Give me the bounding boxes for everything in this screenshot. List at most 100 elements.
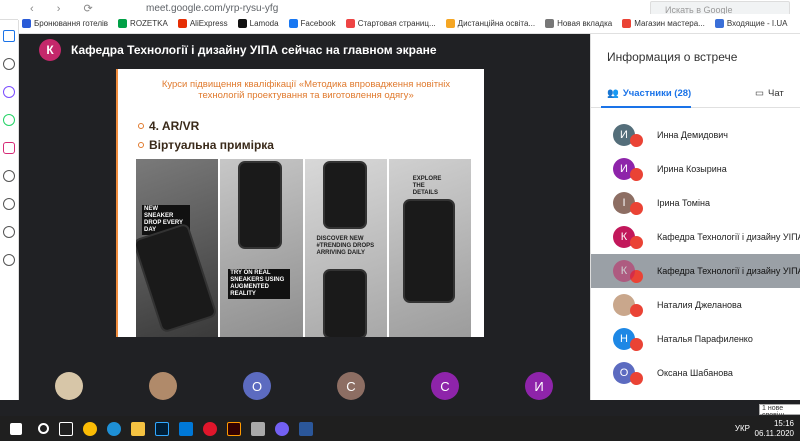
mail-icon[interactable] [251, 421, 265, 436]
bookmark-favicon-icon [345, 19, 355, 28]
mic-off-icon [630, 167, 643, 181]
bullet-item: Віртуальна примірка [138, 138, 274, 152]
bookmark-item[interactable]: ROZETKA [118, 19, 168, 28]
search-icon[interactable] [38, 423, 49, 434]
participant-name: Ірина Томіна [657, 198, 710, 208]
avatar: С [431, 372, 459, 400]
participant-name: Кафедра Технології і дизайну УІПА [657, 266, 800, 276]
participant-row[interactable]: К Кафедра Технології і дизайну УІПА [591, 220, 800, 254]
messenger-icon[interactable] [3, 86, 15, 98]
panel-tag: TRY ON REAL SNEAKERS USING AUGMENTED REA… [228, 269, 291, 299]
send-icon[interactable] [3, 170, 15, 182]
mic-off-icon [630, 133, 643, 147]
participant-row[interactable]: І Ірина Томіна [591, 186, 800, 220]
participant-name: Наталья Парафиленко [657, 334, 753, 344]
bookmark-item[interactable]: Магазин мастера... [622, 19, 705, 28]
participant-row[interactable]: Н Наталья Парафиленко [591, 322, 800, 356]
bookmark-item[interactable]: Новая вкладка [545, 19, 612, 28]
bookmark-label: AliExpress [189, 19, 228, 28]
panel-tabs: 👥 Участники (28) ▭ Чат [591, 82, 800, 108]
bookmark-item[interactable]: Lamoda [237, 19, 279, 28]
home-icon[interactable] [3, 30, 15, 42]
whatsapp-icon[interactable] [3, 114, 15, 126]
participant-name: Наталия Джеланова [657, 300, 742, 310]
phone-image [322, 269, 367, 337]
participant-row[interactable]: Наталия Джеланова [591, 288, 800, 322]
illustrator-icon[interactable] [227, 421, 241, 436]
bookmark-label: Lamoda [249, 19, 279, 28]
photoshop-icon[interactable] [155, 421, 169, 436]
bookmark-favicon-icon [714, 19, 724, 28]
heart-icon[interactable] [3, 226, 15, 238]
task-view-icon[interactable] [59, 421, 73, 436]
file-explorer-icon[interactable] [131, 421, 145, 436]
mic-off-icon [630, 337, 643, 351]
bookmark-item[interactable]: Стартовая страниц... [345, 19, 436, 28]
bookmark-label: Новая вкладка [557, 19, 613, 28]
word-icon[interactable] [299, 421, 313, 436]
viber-icon[interactable] [275, 421, 289, 436]
bookmark-label: Стартовая страниц... [357, 19, 436, 28]
bottom-strip [0, 400, 800, 416]
bookmark-favicon-icon [445, 19, 455, 28]
participant-name: Ирина Козырина [657, 164, 727, 174]
participant-name: Инна Демидович [657, 130, 728, 140]
language-indicator[interactable]: УКР [735, 424, 750, 433]
participant-row[interactable]: И Инна Демидович [591, 118, 800, 152]
bookmark-item[interactable]: AliExpress [177, 19, 228, 28]
store-icon[interactable] [179, 421, 193, 436]
slide-bullets: 4. AR/VR Віртуальна примірка [138, 119, 274, 157]
bookmarks-bar: Бронювання готелів ROZETKA AliExpress Lamod… [18, 14, 800, 34]
star-icon[interactable] [3, 58, 15, 70]
meeting-stage: К Кафедра Технології і дизайну УІПА сейч… [19, 34, 590, 420]
bookmark-favicon-icon [288, 19, 298, 28]
location-icon[interactable] [3, 254, 15, 266]
taskbar: УКР 15:16 06.11.2020 [0, 416, 800, 441]
tab-chat[interactable]: ▭ Чат [755, 88, 784, 99]
bookmark-favicon-icon [545, 19, 555, 28]
edge-icon[interactable] [107, 421, 121, 436]
bookmark-label: Бронювання готелів [34, 19, 109, 28]
bookmark-favicon-icon [118, 19, 128, 28]
participant-name: Кафедра Технології і дизайну УІПА [657, 232, 800, 242]
participant-row[interactable]: И Ирина Козырина [591, 152, 800, 186]
ar-image-panels: NEW SNEAKER DROP EVERY DAY TRY ON REAL S… [136, 159, 471, 337]
bookmark-item[interactable]: Facebook [288, 19, 336, 28]
avatar: О [243, 372, 271, 400]
left-rail [0, 20, 19, 400]
bookmark-label: Магазин мастера... [634, 19, 705, 28]
presenter-avatar: К [39, 39, 61, 61]
clock[interactable]: 15:16 06.11.2020 [755, 419, 794, 439]
participant-row[interactable]: О Оксана Шабанова [591, 356, 800, 390]
panel-tag: EXPLORE THE DETAILS [412, 176, 442, 196]
instagram-icon[interactable] [3, 142, 15, 154]
slide-subtitle: Курси підвищення кваліфікації «Методика … [161, 79, 451, 101]
meeting-info-panel: Информация о встрече 👥 Участники (28) ▭ Ча… [590, 34, 800, 400]
bookmark-item[interactable]: Входящие - I.UA [714, 19, 788, 28]
phone-image [136, 222, 218, 334]
mic-off-icon [630, 235, 643, 249]
bookmark-label: Дистанційна освіта... [457, 19, 536, 28]
avatar [55, 372, 83, 400]
active-tab-indicator [601, 106, 691, 108]
opera-icon[interactable] [203, 421, 217, 436]
image-panel: DISCOVER NEW #TRENDING DROPS ARRIVING DA… [304, 159, 387, 337]
image-panel: EXPLORE THE DETAILS [388, 159, 471, 337]
bookmark-item[interactable]: Дистанційна освіта... [445, 19, 536, 28]
participant-row[interactable]: К Кафедра Технології і дизайну УІПА [591, 254, 800, 288]
bookmark-label: ROZETKA [130, 19, 168, 28]
bookmark-item[interactable]: Бронювання готелів [22, 19, 108, 28]
tab-participants[interactable]: 👥 Участники (28) [607, 88, 691, 99]
bookmark-favicon-icon [622, 19, 632, 28]
bookmark-favicon-icon [237, 19, 247, 28]
windows-icon[interactable] [10, 422, 22, 435]
panel-title: Информация о встрече [607, 50, 738, 64]
bookmark-label: Входящие - I.UA [726, 19, 788, 28]
clock-icon[interactable] [3, 198, 15, 210]
phone-image [402, 199, 455, 303]
chrome-icon[interactable] [83, 421, 97, 436]
phone-image [238, 161, 283, 249]
shared-slide: Курси підвищення кваліфікації «Методика … [116, 69, 484, 337]
address-bar[interactable]: meet.google.com/yrp-rysu-yfg [146, 3, 278, 14]
phone-image [322, 161, 367, 229]
